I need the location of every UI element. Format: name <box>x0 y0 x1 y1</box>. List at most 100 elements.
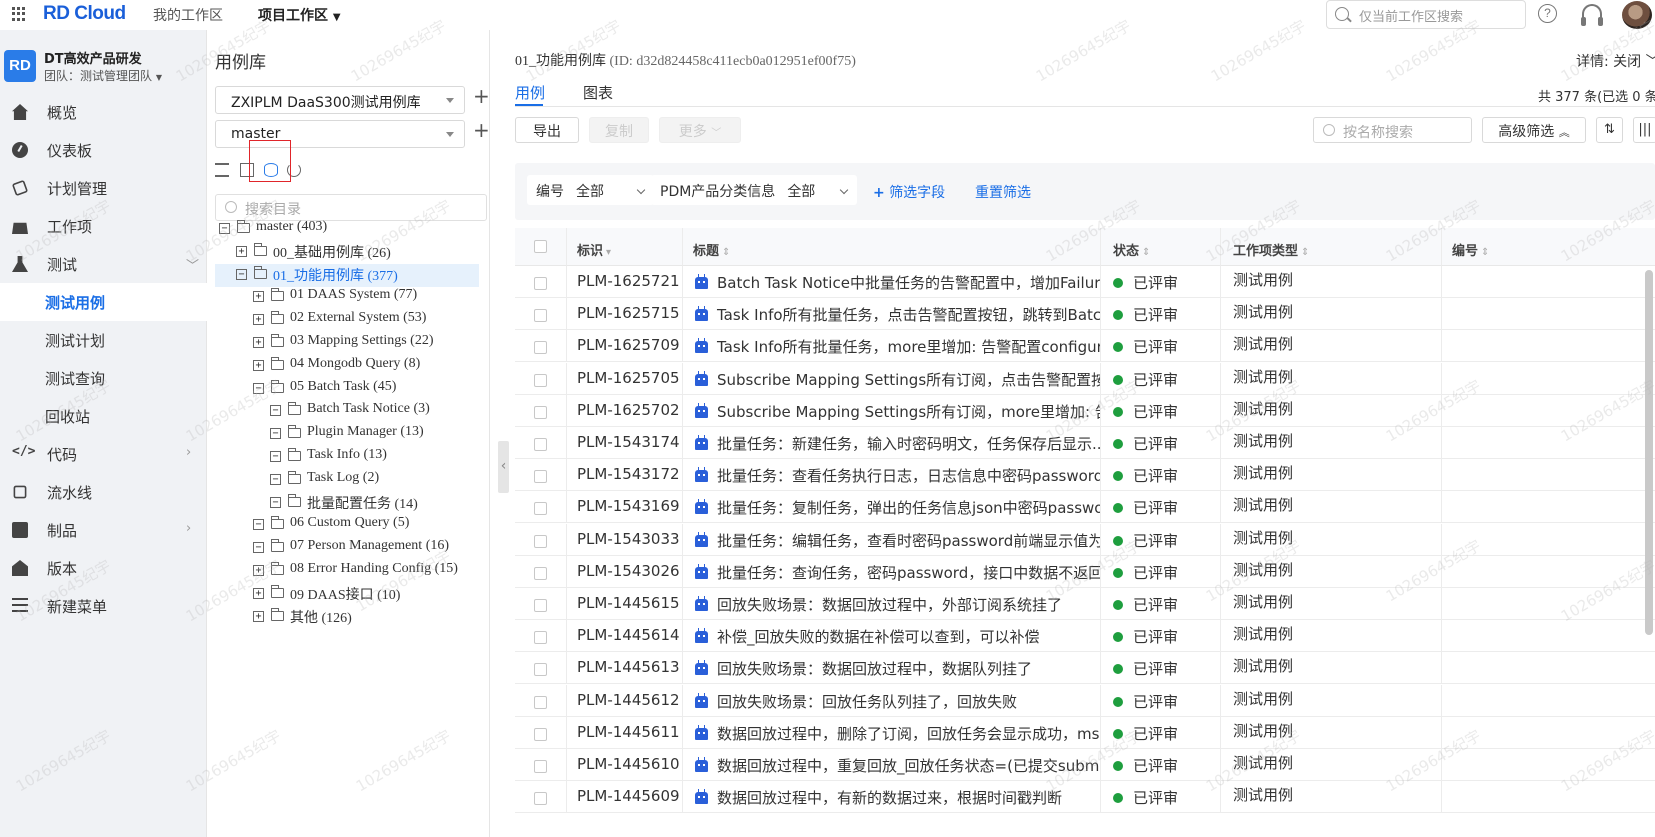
filter-number[interactable]: 编号 全部 <box>527 175 654 205</box>
tree-node[interactable]: − 05 Batch Task (45) <box>215 378 479 401</box>
table-row[interactable]: PLM-1625705 Subscribe Mapping Settings所有订… <box>515 362 1655 395</box>
row-checkbox[interactable] <box>534 309 547 323</box>
expand-icon[interactable]: + <box>253 587 264 599</box>
sidebar-item-version[interactable]: 版本 <box>0 549 207 587</box>
collapse-icon[interactable]: − <box>270 405 281 417</box>
collapse-icon[interactable]: − <box>253 542 264 554</box>
sidebar-item-test-cases[interactable]: 测试用例 <box>0 283 207 321</box>
row-id[interactable]: PLM-1445613 <box>567 652 683 685</box>
row-title-cell[interactable]: 补偿_回放失败的数据在补偿可以查到，可以补偿 <box>683 620 1101 653</box>
row-id[interactable]: PLM-1543172 <box>567 459 683 492</box>
table-row[interactable]: PLM-1625721 Batch Task Notice中批量任务的告警配置中，… <box>515 266 1655 298</box>
row-id[interactable]: PLM-1445610 <box>567 749 683 781</box>
sidebar-item-workitem[interactable]: 工作项 <box>0 207 207 245</box>
row-title-cell[interactable]: 批量任务：查看任务执行日志，日志信息中密码password... <box>683 459 1101 492</box>
row-checkbox[interactable] <box>534 534 547 548</box>
collapse-icon[interactable]: − <box>236 268 247 280</box>
collapse-icon[interactable]: − <box>270 473 281 485</box>
row-checkbox[interactable] <box>534 502 547 516</box>
collapse-icon[interactable]: − <box>270 428 281 440</box>
tree-node[interactable]: − 07 Person Management (16) <box>215 537 479 560</box>
filter-pdm-category[interactable]: PDM产品分类信息 全部 <box>651 175 857 205</box>
row-id[interactable]: PLM-1445611 <box>567 716 683 749</box>
table-row[interactable]: PLM-1445614 补偿_回放失败的数据在补偿可以查到，可以补偿 已评审 测试用例 <box>515 620 1655 653</box>
more-button[interactable]: 更多 ﹀ <box>659 117 741 143</box>
nav-my-workspace[interactable]: 我的工作区 <box>153 5 223 25</box>
sidebar-item-overview[interactable]: 概览 <box>0 93 207 131</box>
sidebar-item-new-menu[interactable]: 新建菜单 <box>0 587 207 625</box>
table-row[interactable]: PLM-1625702 Subscribe Mapping Settings所有订… <box>515 394 1655 427</box>
help-icon[interactable]: ? <box>1538 4 1557 23</box>
table-row[interactable]: PLM-1543174 批量任务：新建任务，输入时密码明文，任务保存后显示... 已… <box>515 427 1655 459</box>
tree-node[interactable]: − Plugin Manager (13) <box>215 423 479 446</box>
column-header-status[interactable]: 状态 ⇕ <box>1101 228 1221 266</box>
row-id[interactable]: PLM-1625709 <box>567 330 683 363</box>
row-id[interactable]: PLM-1625705 <box>567 362 683 395</box>
row-checkbox[interactable] <box>534 695 547 709</box>
tree-node[interactable]: − Task Info (13) <box>215 446 479 469</box>
add-library-button[interactable]: + <box>473 84 490 108</box>
sidebar-item-test-plan[interactable]: 测试计划 <box>0 321 207 359</box>
row-checkbox[interactable] <box>534 341 547 355</box>
collapse-icon[interactable]: − <box>270 496 281 508</box>
sidebar-item-plan[interactable]: 计划管理 <box>0 169 207 207</box>
table-row[interactable]: PLM-1445611 数据回放过程中，删除了订阅，回放任务会显示成功，ms...… <box>515 716 1655 749</box>
row-title-cell[interactable]: 回放失败场景：数据回放过程中，数据队列挂了 <box>683 652 1101 685</box>
table-row[interactable]: PLM-1543033 批量任务：编辑任务，查看时密码password前端显示值为… <box>515 523 1655 556</box>
workspace-search-input[interactable]: 仅当前工作区搜索 <box>1326 0 1526 29</box>
tree-node[interactable]: +01 DAAS System (77) <box>215 286 479 309</box>
collapse-icon[interactable]: − <box>219 223 230 234</box>
row-checkbox[interactable] <box>534 631 547 645</box>
row-id[interactable]: PLM-1543169 <box>567 491 683 524</box>
tree-node[interactable]: +03 Mapping Settings (22) <box>215 332 479 355</box>
tree-node[interactable]: − 06 Custom Query (5) <box>215 514 479 537</box>
row-checkbox[interactable] <box>534 760 547 773</box>
advanced-filter-button[interactable]: 高级筛选 ︽ <box>1482 117 1586 143</box>
headset-icon[interactable] <box>1581 4 1603 26</box>
columns-button[interactable]: ||| <box>1633 117 1655 143</box>
sidebar-item-pipeline[interactable]: 流水线 <box>0 473 207 511</box>
add-branch-button[interactable]: + <box>473 118 490 142</box>
row-checkbox[interactable] <box>534 727 547 741</box>
row-title-cell[interactable]: 数据回放过程中，重复回放_回放任务状态=(已提交submit... <box>683 749 1101 781</box>
detail-toggle[interactable]: 详情: 关闭 ﹀ <box>1576 51 1655 71</box>
expand-icon[interactable]: + <box>253 337 264 348</box>
column-header-title[interactable]: 标题 ⇕ <box>683 228 1101 266</box>
row-title-cell[interactable]: 数据回放过程中，删除了订阅，回放任务会显示成功，ms... <box>683 716 1101 749</box>
row-title-cell[interactable]: 数据回放过程中，有新的数据过来，根据时间戳判断 <box>683 781 1101 814</box>
row-title-cell[interactable]: Subscribe Mapping Settings所有订阅，more里增加: … <box>683 394 1101 427</box>
row-id[interactable]: PLM-1625721 <box>567 266 683 298</box>
row-id[interactable]: PLM-1543033 <box>567 523 683 556</box>
row-id[interactable]: PLM-1625715 <box>567 298 683 331</box>
team-switcher[interactable]: 团队：测试管理团队 ▼ <box>44 67 162 84</box>
table-row[interactable]: PLM-1445610 数据回放过程中，重复回放_回放任务状态=(已提交submi… <box>515 749 1655 781</box>
row-checkbox[interactable] <box>534 566 547 580</box>
row-title-cell[interactable]: Task Info所有批量任务，点击告警配置按钮，跳转到Batch... <box>683 298 1101 331</box>
collapse-icon[interactable]: − <box>253 519 264 531</box>
row-title-cell[interactable]: Batch Task Notice中批量任务的告警配置中，增加Failure .… <box>683 266 1101 298</box>
tree-node[interactable]: + 其他 (126) <box>215 606 479 629</box>
sidebar-item-code[interactable]: </> 代码 › <box>0 435 207 473</box>
row-title-cell[interactable]: Task Info所有批量任务，more里增加: 告警配置configure..… <box>683 330 1101 363</box>
table-row[interactable]: PLM-1445615 回放失败场景：数据回放过程中，外部订阅系统挂了 已评审 测试用… <box>515 588 1655 620</box>
tree-node[interactable]: +09 DAAS接口 (10) <box>215 583 479 606</box>
collapse-panel-handle[interactable]: ‹ <box>498 441 509 493</box>
row-title-cell[interactable]: Subscribe Mapping Settings所有订阅，点击告警配置按..… <box>683 362 1101 395</box>
sidebar-item-test-query[interactable]: 测试查询 <box>0 359 207 397</box>
column-header-id[interactable]: 标识 ▾ <box>567 228 683 266</box>
nav-project-workspace[interactable]: 项目工作区 ▼ <box>258 5 341 25</box>
table-row[interactable]: PLM-1543169 批量任务：复制任务，弹出的任务信息json中密码passw… <box>515 491 1655 524</box>
row-checkbox[interactable] <box>534 599 547 612</box>
expand-icon[interactable]: + <box>253 291 264 303</box>
app-grid-icon[interactable] <box>12 7 26 21</box>
row-checkbox[interactable] <box>534 405 547 419</box>
row-title-cell[interactable]: 回放失败场景：数据回放过程中，外部订阅系统挂了 <box>683 588 1101 620</box>
row-id[interactable]: PLM-1445609 <box>567 781 683 814</box>
row-title-cell[interactable]: 批量任务：复制任务，弹出的任务信息json中密码passwor... <box>683 491 1101 524</box>
reset-filter-link[interactable]: 重置筛选 <box>975 182 1031 202</box>
add-filter-field-link[interactable]: + 筛选字段 <box>873 182 945 202</box>
directory-search-input[interactable]: 搜索目录 <box>215 194 487 221</box>
row-checkbox[interactable] <box>534 663 547 677</box>
row-checkbox[interactable] <box>534 470 547 484</box>
sidebar-item-artifact[interactable]: 制品 › <box>0 511 207 549</box>
